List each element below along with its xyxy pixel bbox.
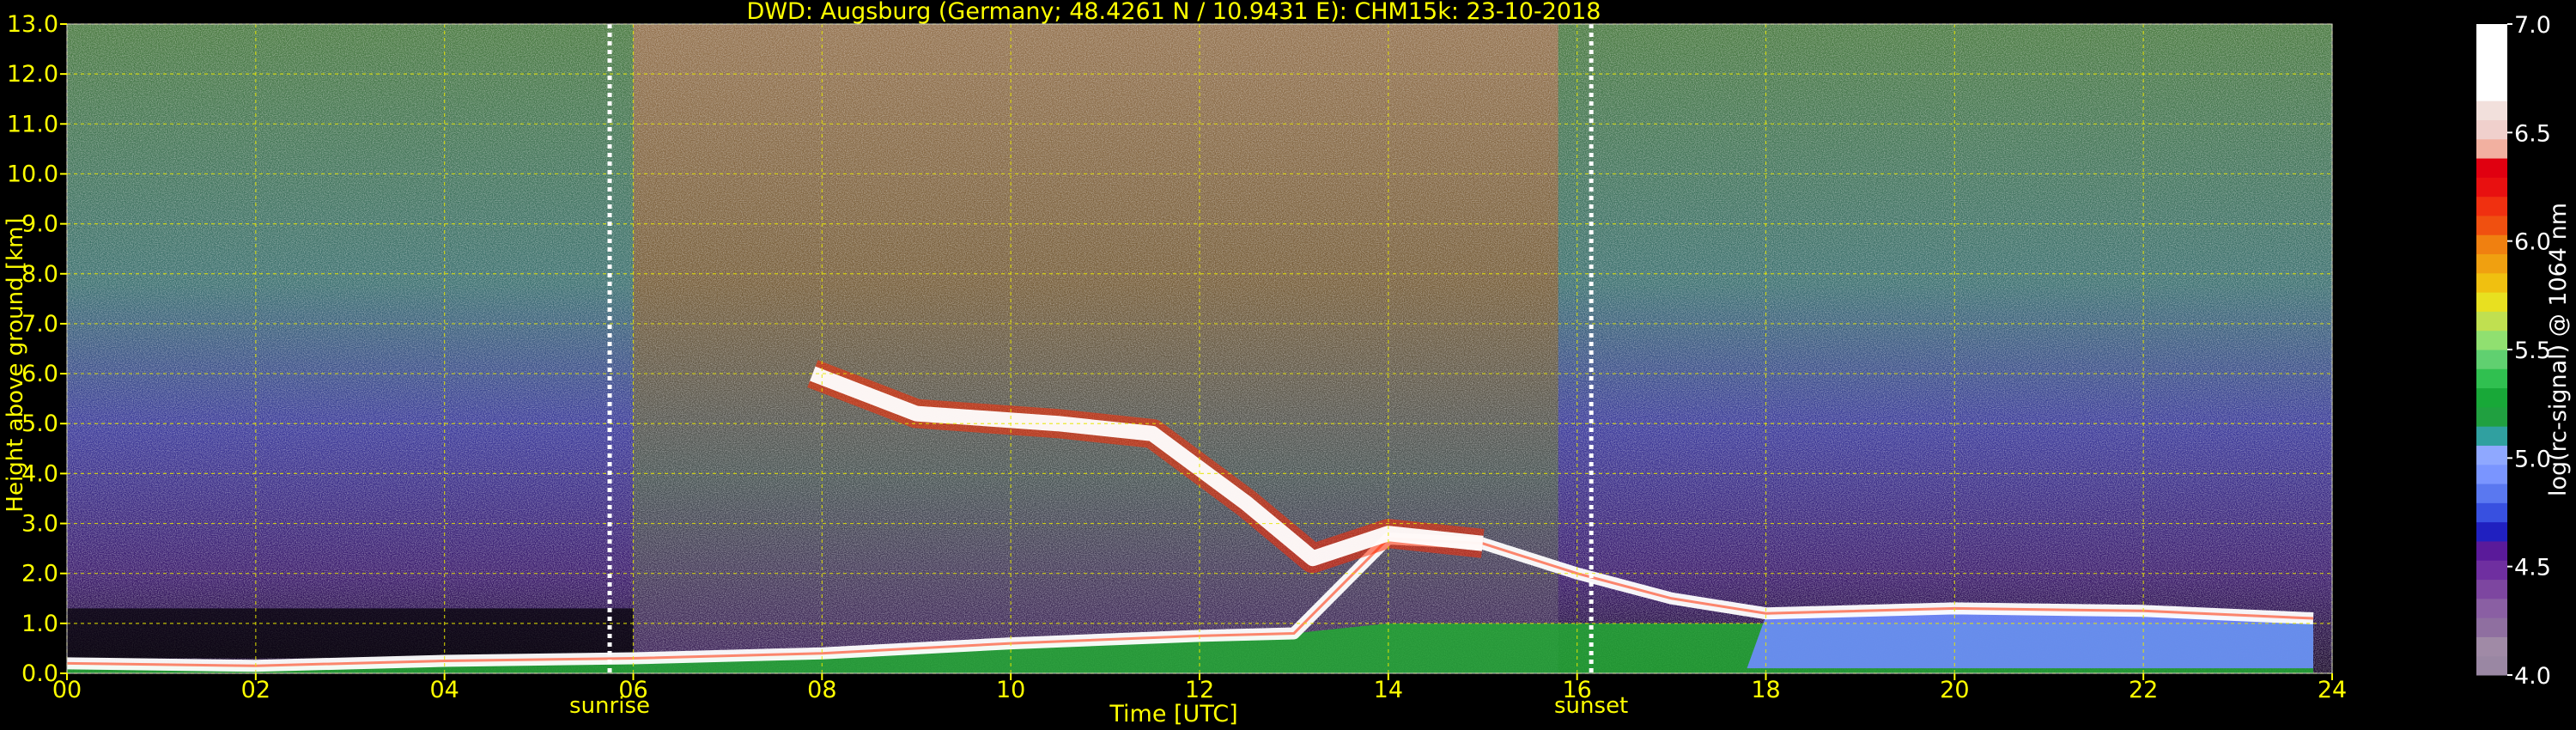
x-tick-label: 02	[241, 677, 270, 703]
x-tick-label: 22	[2129, 677, 2158, 703]
ceilometer-chart: sunrise sunset 00 02 04 06 08 10 12 14 16 18 20 22 24…	[7, 0, 2572, 727]
colorbar-segment	[2476, 484, 2507, 503]
colorbar-segment	[2476, 196, 2507, 216]
y-tick-label: 12.0	[7, 61, 58, 88]
colorbar-segment	[2476, 234, 2507, 255]
colorbar-segment	[2476, 636, 2507, 657]
colorbar-segment	[2476, 24, 2507, 44]
y-tick-label: 0.0	[21, 660, 58, 687]
colorbar-segment	[2476, 579, 2507, 599]
colorbar-segment	[2476, 62, 2507, 82]
x-tick-label: 16	[1562, 677, 1591, 703]
colorbar-label: log(rc-signal) @ 1064 nm	[2545, 203, 2572, 496]
colorbar-tick-label: 4.5	[2514, 555, 2551, 581]
colorbar-segment	[2476, 464, 2507, 484]
colorbar-segment	[2476, 502, 2507, 523]
chart-title: DWD: Augsburg (Germany; 48.4261 N / 10.9…	[747, 0, 1601, 25]
colorbar-segment	[2476, 253, 2507, 274]
colorbar-segment	[2476, 387, 2507, 408]
colorbar-segment	[2476, 272, 2507, 293]
x-axis-label: Time [UTC]	[1109, 701, 1237, 727]
colorbar: 4.04.55.05.56.06.57.0log(rc-signal) @ 10…	[2476, 12, 2572, 690]
colorbar-segment	[2476, 119, 2507, 140]
x-tick-label: 18	[1751, 677, 1780, 703]
colorbar-segment	[2476, 540, 2507, 561]
x-tick-label: 08	[807, 677, 836, 703]
x-tick-label: 24	[2318, 677, 2347, 703]
colorbar-segment	[2476, 215, 2507, 235]
x-tick-label: 10	[996, 677, 1025, 703]
colorbar-segment	[2476, 368, 2507, 389]
colorbar-segment	[2476, 350, 2507, 369]
colorbar-segment	[2476, 426, 2507, 446]
colorbar-segment	[2476, 521, 2507, 542]
x-tick-label: 14	[1374, 677, 1403, 703]
low-signal-band	[67, 608, 634, 659]
colorbar-segment	[2476, 655, 2507, 676]
y-axis-label: Height above ground [km]	[3, 217, 28, 513]
y-tick-label: 11.0	[7, 111, 58, 137]
colorbar-segment	[2476, 445, 2507, 465]
colorbar-segment	[2476, 158, 2507, 178]
colorbar-segment	[2476, 138, 2507, 159]
colorbar-segment	[2476, 406, 2507, 427]
colorbar-segment	[2476, 43, 2507, 64]
x-tick-label: 04	[429, 677, 459, 703]
colorbar-segment	[2476, 598, 2507, 618]
colorbar-segment	[2476, 617, 2507, 637]
x-tick-label: 06	[618, 677, 647, 703]
colorbar-tick-label: 4.0	[2514, 663, 2551, 690]
colorbar-tick-label: 7.0	[2514, 12, 2551, 39]
colorbar-tick-label: 6.5	[2514, 120, 2551, 147]
colorbar-segment	[2476, 100, 2507, 120]
colorbar-segment	[2476, 330, 2507, 350]
colorbar-segment	[2476, 177, 2507, 198]
y-tick-label: 2.0	[21, 561, 58, 587]
y-tick-label: 13.0	[7, 11, 58, 38]
x-tick-label: 20	[1940, 677, 1969, 703]
colorbar-segment	[2476, 81, 2507, 101]
x-tick-label: 12	[1185, 677, 1214, 703]
y-tick-label: 3.0	[21, 511, 58, 538]
colorbar-segment	[2476, 560, 2507, 581]
y-tick-label: 10.0	[7, 161, 58, 187]
y-tick-label: 1.0	[21, 611, 58, 637]
colorbar-segment	[2476, 292, 2507, 312]
colorbar-segment	[2476, 311, 2507, 332]
